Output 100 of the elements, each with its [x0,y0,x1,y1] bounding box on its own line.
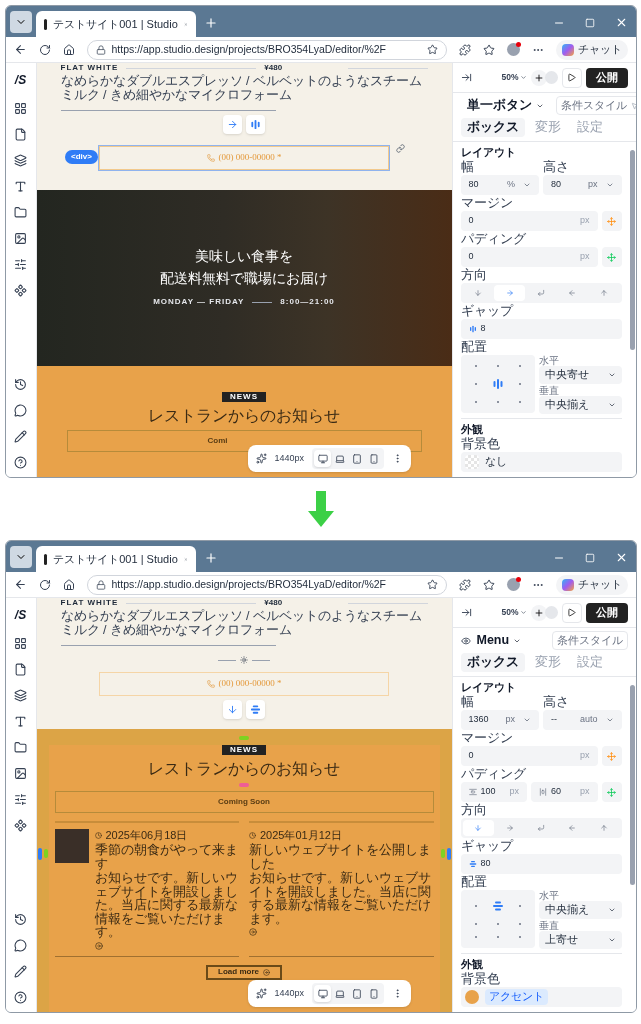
load-more-button[interactable]: Load more [206,964,282,980]
conditional-style-button[interactable]: 条件スタイル [555,96,636,115]
zoom-select[interactable]: 50% [501,71,527,84]
sparkle-icon[interactable] [255,988,267,999]
sparkle-icon[interactable] [255,453,267,464]
pencil-icon[interactable] [14,965,27,978]
direction-button[interactable] [223,115,242,134]
collapse-panel-icon[interactable] [460,72,472,83]
preview-button[interactable] [561,67,582,88]
browser-tab[interactable]: テストサイト001 | Studio [35,11,196,37]
help-icon[interactable] [14,991,27,1004]
publish-button[interactable]: 公開 [585,602,628,623]
background-color-field[interactable]: なし [460,452,622,472]
margin-sides-button[interactable] [601,211,622,231]
home-icon[interactable] [62,578,75,591]
padding-field[interactable]: 100 px [460,782,527,802]
pencil-icon[interactable] [14,430,27,443]
horizontal-align-select[interactable]: 中央寄せ [538,366,622,384]
comment-icon[interactable] [14,939,27,952]
element-select[interactable]: Menu [476,631,522,650]
new-tab-icon[interactable] [203,16,218,30]
grid-icon[interactable] [14,637,27,650]
gap-handle[interactable] [239,783,249,787]
element-tag[interactable]: <div> [65,150,98,164]
home-icon[interactable] [62,43,75,56]
padding-field[interactable]: 60 px [531,782,598,802]
tab-list-button[interactable] [9,11,32,33]
profile-avatar[interactable] [506,578,520,591]
panel-tab[interactable]: ボックス [460,653,525,672]
resize-handle[interactable] [37,848,42,860]
folder-icon[interactable] [14,741,27,754]
back-icon[interactable] [13,43,27,56]
device-button[interactable] [314,450,332,467]
visibility-icon[interactable] [460,635,471,646]
chat-button[interactable]: チャット [555,574,628,595]
layers-icon[interactable] [14,154,27,167]
padding-field[interactable]: 0 px [460,247,598,267]
folder-icon[interactable] [14,206,27,219]
width-field[interactable]: 80 % [460,175,539,195]
tab-list-button[interactable] [9,546,32,568]
margin-sides-button[interactable] [601,746,622,766]
star-icon[interactable] [426,44,438,55]
text-icon[interactable] [14,180,27,193]
component-icon[interactable] [14,819,27,832]
layers-icon[interactable] [14,689,27,702]
alignment-button[interactable] [246,700,265,719]
element-select[interactable]: 単一ボタン [466,96,544,115]
link-icon[interactable] [396,144,405,153]
add-collaborator-button[interactable] [530,604,547,621]
new-tab-icon[interactable] [203,551,218,565]
page-icon[interactable] [14,128,27,141]
extension-icon[interactable] [458,43,471,56]
studio-logo[interactable]: /S [14,71,27,89]
back-icon[interactable] [13,578,27,591]
favorites-icon[interactable] [482,578,495,591]
panel-tab[interactable]: ボックス [460,118,525,137]
horizontal-align-select[interactable]: 中央揃え [538,901,622,919]
page-icon[interactable] [14,663,27,676]
arrow-icon[interactable] [249,928,257,936]
component-icon[interactable] [14,284,27,297]
maximize-icon[interactable] [584,552,595,563]
padding-sides-button[interactable] [601,247,622,267]
image-icon[interactable] [14,767,27,780]
vertical-align-select[interactable]: 上寄せ [538,931,622,949]
text-icon[interactable] [14,715,27,728]
padding-handle[interactable] [239,736,249,740]
reload-icon[interactable] [38,43,51,56]
preview-button[interactable] [561,602,582,623]
browser-tab[interactable]: テストサイト001 | Studio [35,546,196,572]
height-field[interactable]: 80 px [543,175,622,195]
margin-field[interactable]: 0 px [460,746,598,766]
sliders-icon[interactable] [14,258,27,271]
direction-button[interactable] [223,700,242,719]
background-color-field[interactable]: アクセント [460,987,622,1007]
profile-avatar[interactable] [506,43,520,56]
comment-icon[interactable] [14,404,27,417]
padding-sides-button[interactable] [601,782,622,802]
width-field[interactable]: 1360 px [460,710,539,730]
gap-field[interactable]: 8 [460,319,622,339]
reload-icon[interactable] [38,578,51,591]
collapse-panel-icon[interactable] [460,607,472,618]
resize-handle[interactable] [446,848,451,860]
margin-field[interactable]: 0 px [460,211,598,231]
alignment-button[interactable] [246,115,265,134]
star-icon[interactable] [426,579,438,590]
studio-logo[interactable]: /S [14,606,27,624]
device-button[interactable] [314,985,332,1002]
maximize-icon[interactable] [584,17,595,28]
history-icon[interactable] [14,378,27,391]
favorites-icon[interactable] [482,43,495,56]
padding-handle[interactable] [440,849,445,858]
padding-handle[interactable] [43,849,48,858]
conditional-style-button[interactable]: 条件スタイル [551,631,628,650]
add-collaborator-button[interactable] [530,69,547,86]
history-icon[interactable] [14,913,27,926]
sliders-icon[interactable] [14,793,27,806]
gap-field[interactable]: 80 [460,854,622,874]
vertical-align-select[interactable]: 中央揃え [538,396,622,414]
publish-button[interactable]: 公開 [585,67,628,88]
help-icon[interactable] [14,456,27,469]
